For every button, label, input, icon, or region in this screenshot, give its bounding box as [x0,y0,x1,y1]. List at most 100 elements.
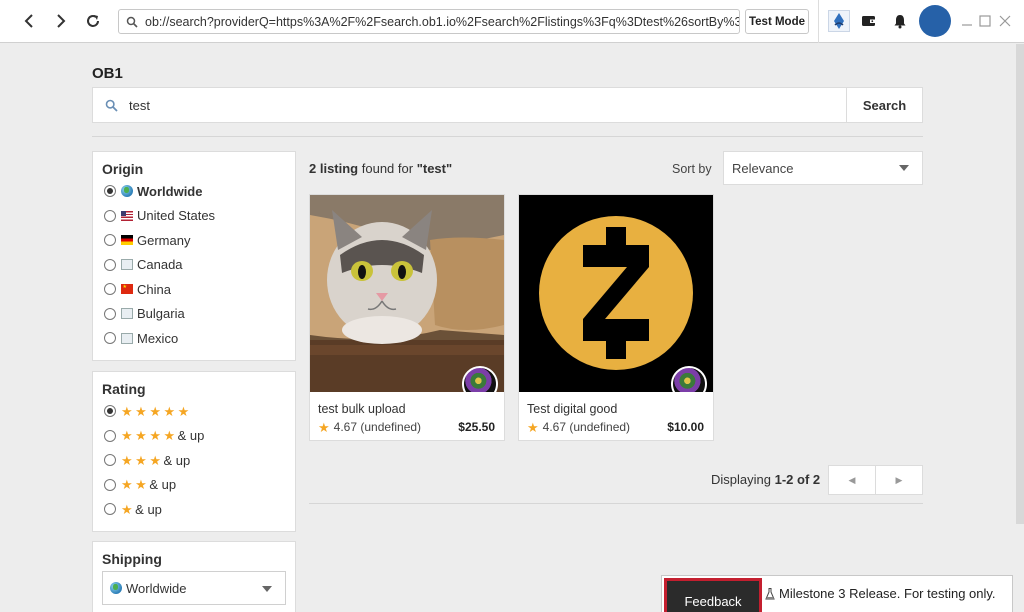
rating-option-2-stars[interactable]: ★ ★ & up [93,473,295,498]
feedback-button[interactable]: Feedback [664,578,762,612]
origin-option-canada[interactable]: Canada [93,253,295,278]
maximize-icon[interactable] [978,14,992,28]
radio-button[interactable] [104,429,116,442]
radio-button[interactable] [104,454,116,467]
address-bar[interactable]: ob://search?providerQ=https%3A%2F%2Fsear… [118,9,740,34]
chevron-down-icon [899,165,909,171]
minimize-icon[interactable] [960,14,974,28]
origin-option-mexico[interactable]: Mexico [93,326,295,351]
listing-price: $10.00 [667,420,704,434]
search-bar: Search [92,87,923,123]
star-icon: ★ [121,501,133,517]
listing-title[interactable]: test bulk upload [318,402,406,416]
notifications-bell-icon[interactable] [886,7,914,35]
listing-rating-value: 4.67 (undefined) [542,420,631,434]
pagination-range: 1-2 of 2 [774,472,821,487]
listing-card[interactable]: test bulk upload ★ 4.67 (undefined) $25.… [309,194,505,441]
milestone-text: Milestone 3 Release. For testing only. [779,586,996,601]
back-icon[interactable] [14,6,44,36]
shipping-filter-panel: Shipping Worldwide [92,541,296,612]
radio-button[interactable] [104,405,116,418]
forward-icon[interactable] [46,6,76,36]
star-icon: ★ [149,428,161,444]
star-icon: ★ [177,403,190,419]
cn-flag-icon: ★ [121,284,133,295]
origin-option-worldwide[interactable]: Worldwide [93,179,295,204]
placeholder-flag-icon [121,332,133,344]
reload-icon[interactable] [78,6,108,36]
sort-label: Sort by [672,162,712,176]
listing-rating: ★ 4.67 (undefined) [527,420,630,434]
divider [92,136,923,137]
origin-option-label: Worldwide [137,183,203,199]
radio-button[interactable] [104,185,116,198]
star-icon: ★ [149,403,161,419]
radio-button[interactable] [104,332,116,345]
de-flag-icon [121,235,133,246]
listing-image-cat[interactable] [310,195,504,392]
shipping-select[interactable]: Worldwide [102,571,286,605]
rating-suffix: & up [149,477,177,493]
rating-filter-panel: Rating ★ ★ ★ ★ ★ ★ ★ ★ ★ & up ★ ★ ★ & up ★ ★ & up … [92,371,296,532]
origin-filter-title: Origin [102,161,144,177]
close-icon[interactable] [998,14,1012,28]
star-icon: ★ [163,403,176,419]
rating-suffix: & up [135,501,162,517]
radio-button[interactable] [104,234,116,247]
listing-rating: ★ 4.67 (undefined) [318,420,421,434]
origin-filter-panel: Origin Worldwide United States Germany C… [92,151,296,361]
us-flag-icon [121,210,133,221]
test-mode-button[interactable]: Test Mode [745,9,809,34]
results-query: "test" [416,161,453,176]
zcash-logo-image [519,195,713,392]
star-icon: ★ [135,428,147,444]
radio-button[interactable] [104,209,116,222]
origin-option-bulgaria[interactable]: Bulgaria [93,302,295,327]
radio-button[interactable] [104,503,116,516]
divider [309,503,923,504]
results-summary: 2 listing found for "test" [309,161,452,176]
sort-selected-value: Relevance [732,160,794,176]
origin-option-united-states[interactable]: United States [93,204,295,229]
origin-option-germany[interactable]: Germany [93,228,295,253]
star-icon: ★ [121,477,133,493]
rating-option-3-stars[interactable]: ★ ★ ★ & up [93,448,295,473]
star-icon: ★ [121,403,133,419]
shipping-selected-value: Worldwide [126,580,187,596]
listing-card[interactable]: Test digital good ★ 4.67 (undefined) $10… [518,194,714,441]
star-icon: ★ [135,452,147,468]
sort-select[interactable]: Relevance [723,151,923,185]
cat-in-paper-roll-image [310,195,504,392]
star-icon: ★ [527,419,539,435]
rating-option-1-star[interactable]: ★ & up [93,497,295,522]
pagination-summary: Displaying 1-2 of 2 [711,472,820,487]
origin-option-label: Bulgaria [137,306,185,322]
radio-button[interactable] [104,283,116,296]
feedback-bar: Feedback Milestone 3 Release. For testin… [661,575,1013,612]
star-icon: ★ [121,452,133,468]
radio-button[interactable] [104,478,116,491]
next-page-icon[interactable]: ▶ [875,466,922,494]
scrollbar[interactable] [1016,44,1024,524]
discover-icon[interactable] [825,7,853,35]
radio-button[interactable] [104,307,116,320]
search-input[interactable] [129,88,846,122]
wallet-icon[interactable] [855,7,883,35]
search-button[interactable]: Search [846,88,922,122]
origin-option-label: Mexico [137,330,179,346]
star-icon: ★ [163,428,176,444]
radio-button[interactable] [104,258,116,271]
rating-option-5-stars[interactable]: ★ ★ ★ ★ ★ [93,399,295,424]
listing-title[interactable]: Test digital good [527,402,617,416]
shipping-filter-title: Shipping [102,551,162,567]
pagination-controls: ◀ ▶ [828,465,923,495]
origin-option-china[interactable]: ★ China [93,277,295,302]
star-icon: ★ [121,428,133,444]
previous-page-icon[interactable]: ◀ [829,466,875,494]
listing-image-zcash[interactable] [519,195,713,392]
rating-option-4-stars[interactable]: ★ ★ ★ ★ & up [93,424,295,449]
origin-option-label: Canada [137,257,183,273]
user-avatar[interactable] [919,5,951,37]
results-found-for: found for [361,161,414,176]
placeholder-flag-icon [121,308,133,320]
